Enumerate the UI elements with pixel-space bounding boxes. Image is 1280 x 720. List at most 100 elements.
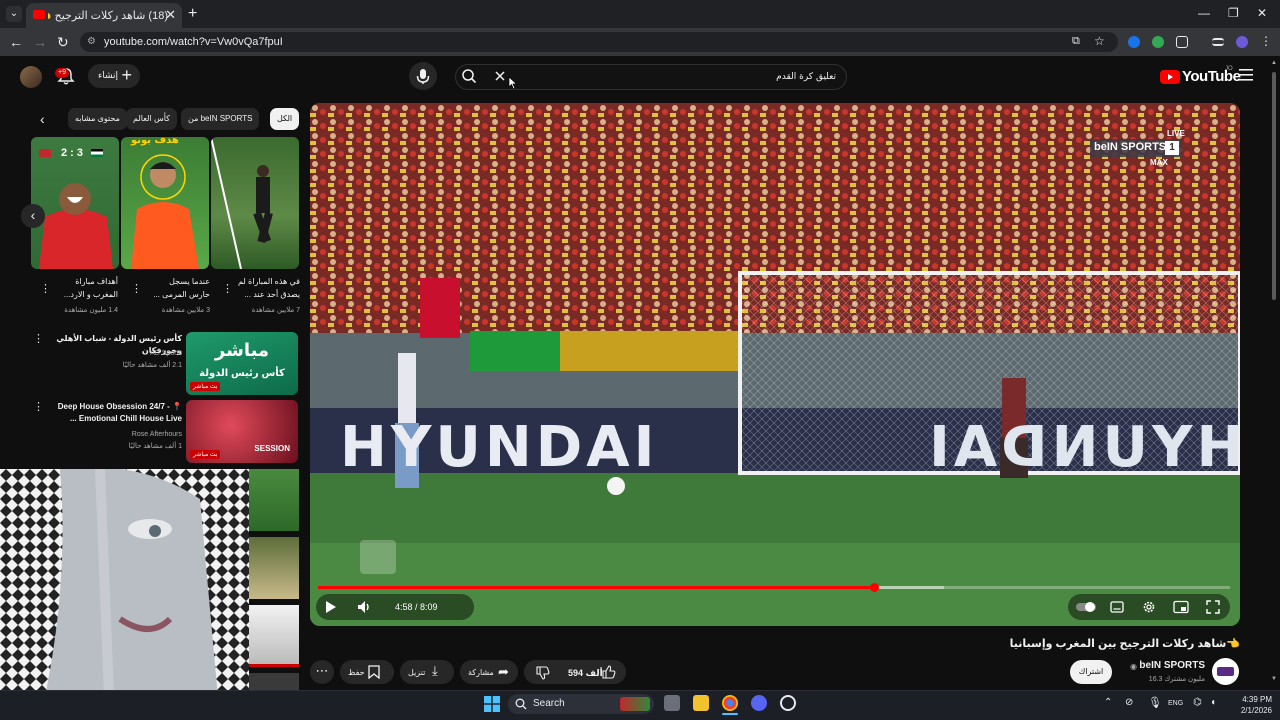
search-icon[interactable] (461, 68, 477, 84)
chips-scroll-left-icon[interactable]: ‹ (40, 111, 45, 127)
taskbar-search-label: Search (533, 698, 565, 709)
voice-search-button[interactable] (409, 62, 437, 90)
taskbar-search-icon (515, 698, 527, 710)
mini-thumbnail[interactable] (249, 605, 299, 667)
shorts-prev-button[interactable]: ‹ (21, 204, 45, 228)
fullscreen-icon[interactable] (1206, 600, 1220, 614)
settings-gear-icon[interactable] (1142, 600, 1156, 614)
short-more-icon[interactable]: ⋮ (40, 282, 51, 295)
short-thumbnail[interactable] (211, 137, 299, 269)
like-thumbs-up-icon[interactable] (602, 665, 616, 679)
recommendation-more-icon[interactable]: ⋮ (33, 400, 44, 413)
progress-scrubber-handle[interactable] (870, 583, 879, 592)
browser-tab[interactable]: (18) شاهد ركلات الترجيح 👈 ‏ ✕ (26, 3, 182, 28)
extensions-puzzle-icon[interactable] (1176, 36, 1188, 48)
broadcaster-channel: 1 (1165, 141, 1179, 155)
reload-icon[interactable]: ↻ (57, 34, 69, 51)
chrome-taskbar-icon[interactable] (722, 695, 738, 711)
chip-all[interactable]: الكل (270, 108, 300, 130)
channel-name[interactable]: beIN SPORTS (1100, 660, 1205, 671)
back-icon[interactable]: ← (9, 34, 23, 50)
restore-icon[interactable]: ❐ (1228, 6, 1239, 20)
clock-time: 4:39 PM (1242, 695, 1272, 704)
account-avatar[interactable] (20, 66, 42, 88)
youtube-favicon-icon (33, 10, 45, 19)
minimize-icon[interactable]: — (1198, 6, 1210, 20)
mini-thumbnail[interactable] (249, 537, 299, 599)
tab-search-button[interactable]: ⌄ (6, 6, 22, 22)
miniplayer-icon[interactable] (1173, 600, 1189, 614)
short-thumbnail[interactable]: 2 : 3 (31, 137, 119, 269)
like-count[interactable]: 594 ألف (568, 668, 603, 679)
speaker-tray-icon[interactable]: ◖ (1210, 697, 1216, 708)
app-icon[interactable] (780, 695, 796, 711)
video-frame-image (310, 103, 1240, 626)
tray-overflow-icon[interactable]: ⌃ (1104, 697, 1112, 708)
profile-avatar-icon[interactable] (1236, 36, 1248, 48)
recommendation-channel[interactable]: Rose Afterhours (46, 429, 182, 440)
more-actions-button[interactable]: ⋯ (310, 660, 334, 684)
new-tab-icon[interactable]: + (188, 5, 197, 23)
create-label: إنشاء (98, 70, 119, 80)
chip-world-cup[interactable]: كأس العالم (126, 108, 177, 130)
page-scrollbar[interactable]: ▲ ▼ (1271, 60, 1277, 684)
short-more-icon[interactable]: ⋮ (131, 282, 142, 295)
scroll-up-icon[interactable]: ▲ (1271, 60, 1277, 68)
install-app-icon[interactable]: ⧉ (1072, 35, 1080, 48)
short-title[interactable]: عندما يسجل حارس المرمى ... (148, 275, 210, 301)
short-title[interactable]: أهداف مباراة المغرب و الارد... (56, 275, 118, 301)
discord-icon[interactable] (751, 695, 767, 711)
volume-icon[interactable] (356, 599, 372, 615)
channel-avatar[interactable] (1212, 658, 1239, 685)
recommendation-title[interactable]: 📍 Deep House Obsession 24/7 - Emotional … (46, 401, 182, 425)
system-clock[interactable]: 4:39 PM 2/1/2026 (1228, 694, 1272, 716)
site-info-icon[interactable]: ⚙ (87, 36, 96, 47)
url-text[interactable]: youtube.com/watch?v=Vw0vQa7fpuI (104, 36, 283, 48)
task-view-icon[interactable] (664, 695, 680, 711)
verified-icon: ◉ (1130, 662, 1137, 671)
subtitles-icon[interactable] (1110, 600, 1124, 614)
create-button[interactable]: إنشاء + (88, 64, 140, 88)
search-input[interactable] (516, 68, 836, 86)
menu-hamburger-icon[interactable] (1239, 69, 1253, 81)
clear-search-icon[interactable] (492, 68, 508, 84)
scrollbar-thumb[interactable] (1272, 72, 1276, 300)
file-explorer-icon[interactable] (693, 695, 709, 711)
windows-start-icon[interactable] (484, 696, 500, 712)
active-app-indicator (722, 713, 738, 715)
short-thumbnail[interactable]: هدف بونو (121, 137, 209, 269)
forward-icon[interactable]: → (33, 34, 47, 50)
recommendation-thumbnail[interactable]: مباشر كأس رئيس الدولة بث مباشر (186, 332, 298, 395)
ad-board-text: HYUNDAI (340, 415, 659, 480)
bookmark-star-icon[interactable]: ☆ (1094, 34, 1105, 48)
dislike-thumbs-down-icon[interactable] (536, 666, 550, 680)
network-tray-icon[interactable]: ⌬ (1193, 697, 1202, 708)
notification-count-badge: +9 (55, 68, 69, 78)
vpn-extension-icon[interactable] (1152, 36, 1164, 48)
reading-list-icon[interactable] (1212, 38, 1224, 46)
ad-board-text-mirrored: HYUNDAI (925, 415, 1240, 480)
short-views: 3 ملايين مشاهدة (161, 307, 210, 314)
recommendation-channel[interactable]: AD Sports (46, 348, 182, 359)
chrome-menu-icon[interactable]: ⋮ (1260, 34, 1272, 48)
extension-icon[interactable] (1128, 36, 1140, 48)
subscribe-button[interactable]: اشتراك (1070, 660, 1112, 684)
recommendation-thumbnail[interactable]: SESSION بث مباشر (186, 400, 298, 463)
input-language[interactable]: ENG (1168, 700, 1183, 707)
max-label: MAX (1150, 158, 1168, 167)
mini-thumbnail[interactable] (249, 469, 299, 531)
microphone-tray-icon[interactable]: 🎙 (1148, 696, 1162, 709)
play-icon[interactable] (322, 599, 338, 615)
close-tab-icon[interactable]: ✕ (165, 7, 176, 23)
no-network-icon[interactable]: ⊘ (1125, 697, 1133, 708)
scroll-down-icon[interactable]: ▼ (1271, 676, 1277, 684)
recommendation-more-icon[interactable]: ⋮ (33, 332, 44, 345)
autoplay-toggle-icon[interactable] (1076, 601, 1096, 613)
video-player[interactable]: HYUNDAI HYUNDAI beIN SPORTS 1 LIVE MAX (310, 103, 1240, 626)
short-more-icon[interactable]: ⋮ (222, 282, 233, 295)
chip-from-channel[interactable]: من beIN SPORTS (181, 108, 260, 130)
chip-related[interactable]: محتوى مشابه (68, 108, 127, 130)
short-title[interactable]: في هذه المباراة لم يصدق أحد عند ... (238, 275, 300, 301)
youtube-logo-icon[interactable] (1160, 70, 1180, 84)
close-window-icon[interactable]: ✕ (1257, 6, 1267, 20)
